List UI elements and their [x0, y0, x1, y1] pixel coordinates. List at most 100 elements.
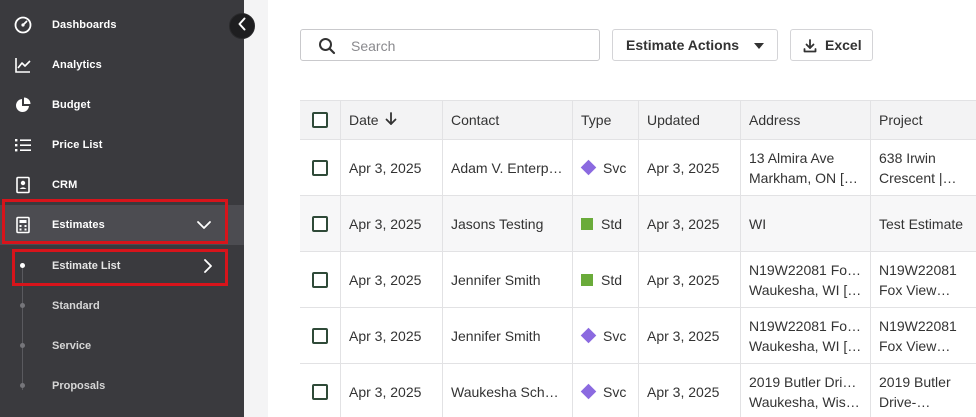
column-header-label: Type	[581, 112, 612, 128]
sidebar-subitem-label: Proposals	[52, 380, 106, 392]
contact-text: Jennifer Smith	[451, 327, 541, 344]
date-text: Apr 3, 2025	[349, 271, 422, 288]
tree-dot-active	[20, 263, 25, 268]
cell-address: N19W22081 Fo… Waukesha, WI […	[740, 252, 870, 307]
sort-down-arrow-icon	[385, 111, 397, 129]
calculator-icon	[14, 216, 32, 234]
cell-contact: Jennifer Smith	[442, 308, 572, 363]
cell-contact: Waukesha Sch…	[442, 364, 572, 417]
column-header-date[interactable]: Date	[340, 101, 442, 139]
search-box[interactable]	[300, 29, 600, 61]
table-row[interactable]: Apr 3, 2025 Jennifer Smith Std Apr 3, 20…	[300, 252, 976, 308]
row-select-cell	[300, 364, 340, 417]
row-select-cell	[300, 308, 340, 363]
address-line2: Waukesha, Wis…	[749, 393, 860, 410]
column-header-updated[interactable]: Updated	[638, 101, 740, 139]
contact-text: Jasons Testing	[451, 215, 544, 232]
chevron-down-icon[interactable]	[196, 217, 212, 238]
sidebar-item-analytics[interactable]: Analytics	[0, 45, 244, 85]
row-checkbox[interactable]	[312, 383, 328, 400]
gauge-icon	[14, 16, 32, 34]
row-checkbox[interactable]	[312, 327, 328, 344]
address-line2: Waukesha, WI […	[749, 337, 862, 354]
cell-address: 2019 Butler Dri… Waukesha, Wis…	[740, 364, 870, 417]
collapse-sidebar-button[interactable]	[229, 13, 255, 39]
standard-type-icon	[581, 273, 593, 286]
column-header-label: Project	[879, 112, 923, 128]
sidebar-item-crm[interactable]: CRM	[0, 165, 244, 205]
estimate-actions-button[interactable]: Estimate Actions	[612, 29, 778, 61]
sidebar-subitem-standard[interactable]: Standard	[0, 286, 244, 326]
address-line1: 13 Almira Ave	[749, 149, 835, 166]
type-text: Std	[601, 215, 623, 232]
sidebar-subitem-service[interactable]: Service	[0, 326, 244, 366]
row-checkbox[interactable]	[312, 271, 328, 288]
column-header-address[interactable]: Address	[740, 101, 870, 139]
updated-text: Apr 3, 2025	[647, 327, 720, 344]
sidebar-subitem-label: Standard	[52, 300, 100, 312]
column-header-project[interactable]: Project	[870, 101, 976, 139]
project-line1: 2019 Butler	[879, 373, 951, 390]
tree-dot	[20, 383, 25, 388]
estimate-actions-label: Estimate Actions	[626, 37, 740, 53]
list-icon	[14, 136, 32, 154]
select-all-checkbox[interactable]	[312, 112, 328, 128]
cell-updated: Apr 3, 2025	[638, 196, 740, 251]
sidebar-subitem-proposals[interactable]: Proposals	[0, 366, 244, 406]
chevron-right-icon	[203, 259, 213, 278]
cell-updated: Apr 3, 2025	[638, 140, 740, 195]
table-row[interactable]: Apr 3, 2025 Jasons Testing Std Apr 3, 20…	[300, 196, 976, 252]
cell-address: 13 Almira Ave Markham, ON […	[740, 140, 870, 195]
updated-text: Apr 3, 2025	[647, 271, 720, 288]
sidebar-item-estimates[interactable]: Estimates	[0, 205, 244, 245]
service-type-icon	[580, 383, 597, 400]
row-select-cell	[300, 140, 340, 195]
cell-updated: Apr 3, 2025	[638, 252, 740, 307]
sidebar-item-dashboards[interactable]: Dashboards	[0, 5, 244, 45]
sidebar-subitem-estimate-list[interactable]: Estimate List	[0, 246, 244, 286]
row-checkbox[interactable]	[312, 159, 328, 176]
tree-dot	[20, 303, 25, 308]
column-header-label: Contact	[451, 112, 500, 128]
type-text: Svc	[603, 159, 627, 176]
row-checkbox[interactable]	[312, 215, 328, 232]
column-header-label: Updated	[647, 112, 700, 128]
sidebar-item-budget[interactable]: Budget	[0, 85, 244, 125]
contact-text: Jennifer Smith	[451, 271, 541, 288]
sidebar-subitem-label: Service	[52, 340, 92, 352]
table-row[interactable]: Apr 3, 2025 Jennifer Smith Svc Apr 3, 20…	[300, 308, 976, 364]
address-line2: Markham, ON […	[749, 169, 858, 186]
cell-type: Svc	[572, 308, 638, 363]
type-text: Std	[601, 271, 623, 288]
cell-type: Std	[572, 252, 638, 307]
date-text: Apr 3, 2025	[349, 327, 422, 344]
column-header-contact[interactable]: Contact	[442, 101, 572, 139]
project-line1: N19W22081	[879, 317, 957, 334]
table-row[interactable]: Apr 3, 2025 Waukesha Sch… Svc Apr 3, 202…	[300, 364, 976, 417]
column-header-label: Address	[749, 112, 801, 128]
project-line2: Drive-…	[879, 393, 931, 410]
sidebar-item-label: Budget	[52, 99, 91, 111]
search-input[interactable]	[351, 36, 591, 56]
pie-chart-icon	[14, 96, 32, 114]
table-row[interactable]: Apr 3, 2025 Adam V. Enterp… Svc Apr 3, 2…	[300, 140, 976, 196]
row-select-cell	[300, 196, 340, 251]
sidebar-item-price-list[interactable]: Price List	[0, 125, 244, 165]
type-text: Svc	[603, 327, 627, 344]
address-line2: Waukesha, WI […	[749, 281, 862, 298]
cell-date: Apr 3, 2025	[340, 308, 442, 363]
cell-project: 638 Irwin Crescent |…	[870, 140, 976, 195]
address-line1: N19W22081 Fo…	[749, 317, 862, 334]
excel-export-button[interactable]: Excel	[790, 29, 873, 61]
date-text: Apr 3, 2025	[349, 215, 422, 232]
type-text: Svc	[603, 383, 627, 400]
project-line2: Fox View…	[879, 281, 951, 298]
cell-address: WI	[740, 196, 870, 251]
cell-type: Svc	[572, 140, 638, 195]
select-all-cell	[300, 101, 340, 139]
sidebar: Dashboards Analytics Budget Price List C…	[0, 0, 244, 417]
service-type-icon	[580, 159, 597, 176]
address-line1: 2019 Butler Dri…	[749, 373, 857, 390]
column-header-type[interactable]: Type	[572, 101, 638, 139]
sidebar-item-label: Price List	[52, 139, 103, 151]
